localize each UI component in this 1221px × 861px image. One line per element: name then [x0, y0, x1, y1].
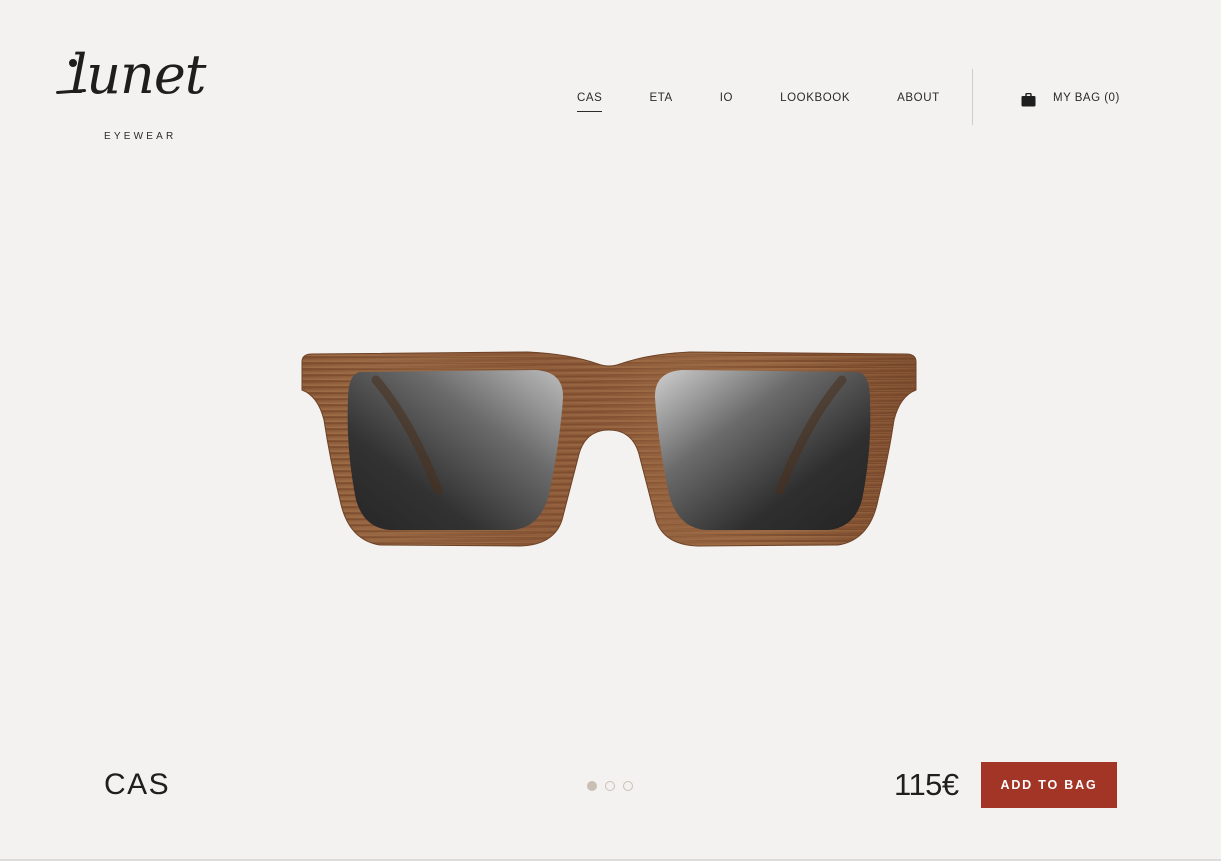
main-nav: CAS ETA IO LOOKBOOK ABOUT: [577, 92, 940, 112]
gallery-dot-2[interactable]: [605, 781, 615, 791]
nav-item-cas[interactable]: CAS: [577, 92, 603, 112]
add-to-bag-button[interactable]: ADD TO BAG: [981, 762, 1117, 808]
nav-item-io[interactable]: IO: [720, 92, 733, 112]
logo-subtitle: EYEWEAR: [104, 131, 177, 142]
brand-logo[interactable]: lunet EYEWEAR: [55, 48, 226, 144]
nav-item-lookbook[interactable]: LOOKBOOK: [780, 92, 850, 112]
nav-item-eta[interactable]: ETA: [649, 92, 672, 112]
shopping-bag-icon: [1021, 93, 1036, 107]
product-name: CAS: [104, 768, 171, 801]
logo-wordmark: lunet: [70, 43, 206, 106]
page: lunet EYEWEAR CAS ETA IO LOOKBOOK ABOUT …: [0, 0, 1221, 861]
lens-left: [347, 370, 564, 530]
product-price: 115€: [894, 767, 959, 802]
nav-item-about[interactable]: ABOUT: [897, 92, 940, 112]
lens-right: [654, 370, 871, 530]
gallery-dot-1[interactable]: [587, 781, 597, 791]
nav-divider: [972, 69, 973, 125]
my-bag-link[interactable]: MY BAG (0): [1021, 92, 1120, 112]
gallery-dot-3[interactable]: [623, 781, 633, 791]
gallery-pagination: [587, 781, 641, 791]
product-image: [301, 351, 917, 547]
my-bag-label: MY BAG (0): [1053, 92, 1120, 104]
